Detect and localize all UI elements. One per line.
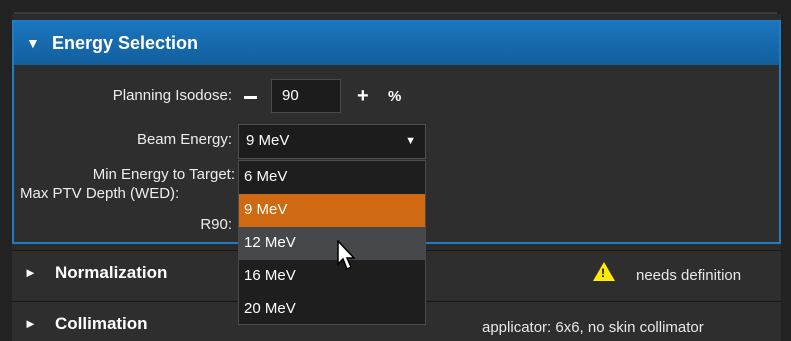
collimation-title: Collimation bbox=[55, 314, 148, 333]
percent-unit: % bbox=[388, 88, 402, 105]
dropdown-option[interactable]: 6 MeV bbox=[239, 161, 425, 194]
collapse-triangle-icon[interactable]: ▼ bbox=[26, 35, 40, 51]
planning-isodose-label: Planning Isodose: bbox=[112, 87, 232, 104]
dropdown-option-selected[interactable]: 9 MeV bbox=[239, 194, 425, 227]
normalization-title: Normalization bbox=[55, 263, 168, 282]
warning-icon: ! bbox=[593, 262, 615, 281]
normalization-status: needs definition bbox=[636, 267, 742, 284]
beam-energy-dropdown[interactable]: 6 MeV 9 MeV 12 MeV 16 MeV 20 MeV bbox=[238, 160, 426, 325]
right-scrollbar[interactable] bbox=[781, 14, 791, 341]
top-divider bbox=[14, 12, 777, 14]
left-edge bbox=[0, 14, 12, 341]
beam-energy-select[interactable]: 9 MeV ▼ bbox=[238, 124, 426, 159]
min-energy-label: Min Energy to Target: bbox=[92, 166, 235, 183]
dropdown-option-hovered[interactable]: 12 MeV bbox=[239, 227, 425, 260]
energy-selection-title: Energy Selection bbox=[52, 33, 199, 53]
increment-button[interactable]: + bbox=[357, 85, 369, 108]
energy-selection-header[interactable]: ▼ Energy Selection bbox=[14, 22, 779, 65]
decrement-button[interactable] bbox=[244, 96, 257, 99]
top-bar bbox=[0, 0, 791, 14]
planning-isodose-input[interactable]: 90 bbox=[271, 79, 341, 113]
dropdown-option[interactable]: 16 MeV bbox=[239, 260, 425, 293]
collimation-status: applicator: 6x6, no skin collimator bbox=[482, 319, 704, 336]
beam-energy-value: 9 MeV bbox=[246, 132, 290, 149]
max-ptv-depth-label: Max PTV Depth (WED): bbox=[20, 185, 180, 202]
expand-triangle-icon[interactable]: ► bbox=[24, 316, 37, 331]
mouse-cursor-icon bbox=[337, 240, 356, 271]
chevron-down-icon: ▼ bbox=[405, 135, 416, 147]
dropdown-option[interactable]: 20 MeV bbox=[239, 293, 425, 326]
expand-triangle-icon[interactable]: ► bbox=[24, 265, 37, 280]
r90-label: R90: bbox=[200, 216, 232, 233]
beam-energy-label: Beam Energy: bbox=[136, 131, 232, 148]
